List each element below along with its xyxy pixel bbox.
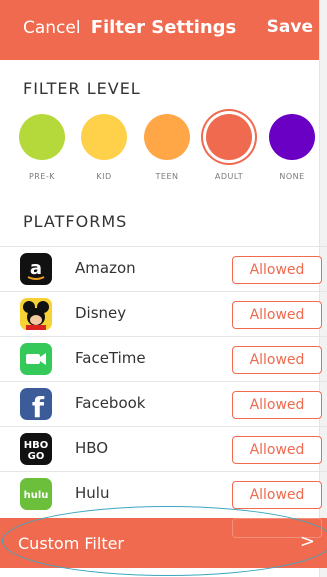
- filter-level-selector: PRE-K KID TEEN ADULT NONE: [0, 114, 327, 194]
- pre-k-dot[interactable]: [19, 114, 65, 160]
- disney-icon: [20, 298, 52, 330]
- svg-text:f: f: [32, 391, 45, 420]
- svg-text:a: a: [30, 258, 42, 279]
- svg-text:hulu: hulu: [24, 490, 49, 501]
- platform-list: a Amazon Allowed Disney Allowed FaceTime…: [0, 246, 327, 516]
- level-label-kid: KID: [96, 172, 112, 181]
- platform-name: Hulu: [75, 484, 110, 502]
- platform-name: FaceTime: [75, 349, 146, 367]
- svg-text:HBO: HBO: [24, 440, 49, 451]
- kid-dot[interactable]: [81, 114, 127, 160]
- filter-level-title: FILTER LEVEL: [23, 79, 141, 98]
- highlight-oval: [2, 506, 327, 576]
- level-label-adult: ADULT: [214, 172, 244, 181]
- nav-header: Cancel Filter Settings Save: [0, 0, 327, 60]
- amazon-icon: a: [20, 253, 52, 285]
- platforms-title: PLATFORMS: [23, 212, 128, 231]
- level-label-pre-k: PRE-K: [28, 172, 56, 181]
- allowed-toggle[interactable]: Allowed: [232, 256, 322, 284]
- platform-name: Facebook: [75, 394, 146, 412]
- platform-name: HBO: [75, 439, 109, 457]
- level-label-none: NONE: [279, 172, 305, 181]
- platform-row-hbo[interactable]: HBO GO HBO Allowed: [0, 426, 327, 471]
- allowed-toggle[interactable]: Allowed: [232, 436, 322, 464]
- level-pre-k[interactable]: PRE-K: [12, 114, 72, 181]
- platform-name: Amazon: [75, 259, 136, 277]
- level-kid[interactable]: KID: [74, 114, 134, 181]
- save-button[interactable]: Save: [267, 17, 313, 37]
- hulu-icon: hulu: [20, 478, 52, 510]
- allowed-toggle[interactable]: Allowed: [232, 391, 322, 419]
- adult-dot-selected[interactable]: [206, 114, 252, 160]
- platform-row-facetime[interactable]: FaceTime Allowed: [0, 336, 327, 381]
- platform-row-amazon[interactable]: a Amazon Allowed: [0, 246, 327, 291]
- facetime-icon: [20, 343, 52, 375]
- level-adult[interactable]: ADULT: [199, 114, 259, 181]
- facebook-icon: f: [20, 388, 52, 420]
- platform-name: Disney: [75, 304, 127, 322]
- allowed-toggle[interactable]: Allowed: [232, 346, 322, 374]
- platform-row-facebook[interactable]: f Facebook Allowed: [0, 381, 327, 426]
- none-dot[interactable]: [269, 114, 315, 160]
- svg-text:GO: GO: [28, 451, 45, 462]
- teen-dot[interactable]: [144, 114, 190, 160]
- platform-row-disney[interactable]: Disney Allowed: [0, 291, 327, 336]
- allowed-toggle[interactable]: Allowed: [232, 481, 322, 509]
- allowed-toggle[interactable]: Allowed: [232, 301, 322, 329]
- level-none[interactable]: NONE: [262, 114, 322, 181]
- hbo-go-icon: HBO GO: [20, 433, 52, 465]
- level-teen[interactable]: TEEN: [137, 114, 197, 181]
- level-label-teen: TEEN: [155, 172, 179, 181]
